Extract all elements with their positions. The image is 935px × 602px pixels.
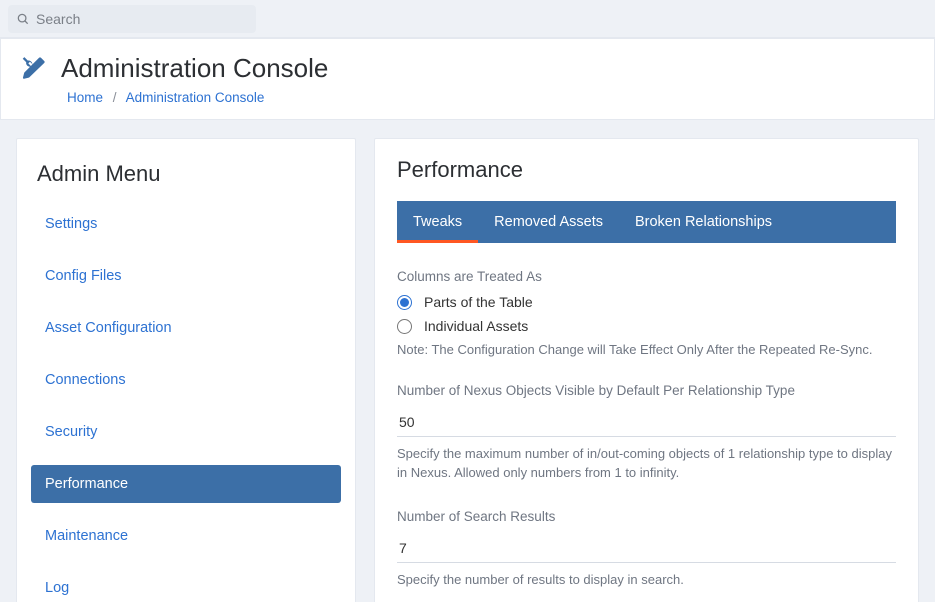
admin-tools-icon: [19, 55, 47, 83]
search-results-label: Number of Search Results: [397, 509, 896, 524]
radio-parts-of-table-label: Parts of the Table: [424, 294, 533, 310]
page-title: Administration Console: [61, 53, 328, 84]
sidebar: Admin Menu Settings Config Files Asset C…: [16, 138, 356, 602]
search-box[interactable]: [8, 5, 256, 33]
search-results-section: Number of Search Results Specify the num…: [397, 509, 896, 590]
tab-tweaks[interactable]: Tweaks: [397, 201, 478, 243]
sidebar-item-connections[interactable]: Connections: [31, 361, 341, 399]
sidebar-item-log[interactable]: Log: [31, 569, 341, 602]
tab-broken-relationships[interactable]: Broken Relationships: [619, 201, 788, 243]
search-results-input[interactable]: [397, 534, 896, 563]
main-title: Performance: [397, 157, 896, 183]
sidebar-item-maintenance[interactable]: Maintenance: [31, 517, 341, 555]
breadcrumb-separator: /: [113, 90, 117, 105]
page-header: Administration Console Home / Administra…: [0, 38, 935, 120]
main-panel: Performance Tweaks Removed Assets Broken…: [374, 138, 919, 602]
radio-parts-of-table[interactable]: Parts of the Table: [397, 294, 896, 310]
breadcrumb: Home / Administration Console: [67, 90, 916, 105]
search-icon: [16, 12, 30, 26]
nexus-objects-label: Number of Nexus Objects Visible by Defau…: [397, 383, 896, 398]
breadcrumb-current[interactable]: Administration Console: [126, 90, 265, 105]
sidebar-item-asset-configuration[interactable]: Asset Configuration: [31, 309, 341, 347]
sidebar-item-settings[interactable]: Settings: [31, 205, 341, 243]
nexus-objects-section: Number of Nexus Objects Visible by Defau…: [397, 383, 896, 483]
tab-removed-assets[interactable]: Removed Assets: [478, 201, 619, 243]
sidebar-item-config-files[interactable]: Config Files: [31, 257, 341, 295]
columns-treated-note: Note: The Configuration Change will Take…: [397, 342, 896, 357]
sidebar-item-performance[interactable]: Performance: [31, 465, 341, 503]
radio-individual-assets[interactable]: Individual Assets: [397, 318, 896, 334]
topbar: [0, 0, 935, 38]
sidebar-menu: Settings Config Files Asset Configuratio…: [31, 205, 341, 602]
columns-treated-section: Columns are Treated As Parts of the Tabl…: [397, 269, 896, 357]
nexus-objects-input[interactable]: [397, 408, 896, 437]
breadcrumb-home[interactable]: Home: [67, 90, 103, 105]
radio-parts-of-table-input[interactable]: [397, 295, 412, 310]
columns-treated-label: Columns are Treated As: [397, 269, 896, 284]
sidebar-title: Admin Menu: [37, 161, 341, 187]
radio-individual-assets-label: Individual Assets: [424, 318, 528, 334]
nexus-objects-help: Specify the maximum number of in/out-com…: [397, 445, 896, 483]
tabbar: Tweaks Removed Assets Broken Relationshi…: [397, 201, 896, 243]
radio-individual-assets-input[interactable]: [397, 319, 412, 334]
search-results-help: Specify the number of results to display…: [397, 571, 896, 590]
sidebar-item-security[interactable]: Security: [31, 413, 341, 451]
search-input[interactable]: [36, 11, 248, 27]
